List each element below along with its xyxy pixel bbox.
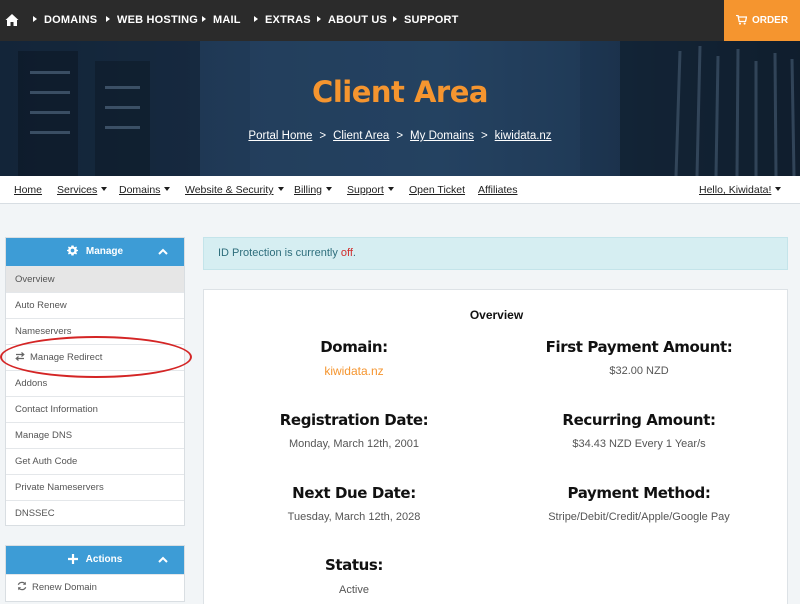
recurring-amount-value: $34.43 NZD Every 1 Year/s [572,438,706,450]
breadcrumb-client-area[interactable]: Client Area [333,130,389,142]
gear-icon [66,245,78,256]
subnav-domains[interactable]: Domains [119,184,171,196]
user-menu[interactable]: Hello, Kiwidata! [699,184,782,196]
subnav-home[interactable]: Home [14,184,42,196]
sidebar-item-manage-dns[interactable]: Manage DNS [6,422,184,448]
cart-icon [735,14,748,25]
topnav-support[interactable]: SUPPORT [393,0,459,41]
sidebar-item-addons[interactable]: Addons [6,370,184,396]
exchange-icon [15,352,25,361]
order-button[interactable]: ORDER [724,0,800,41]
breadcrumb-portal-home[interactable]: Portal Home [248,130,312,142]
sidebar-item-overview[interactable]: Overview [6,266,184,292]
subnav-website-security[interactable]: Website & Security [185,184,284,196]
next-due-date-value: Tuesday, March 12th, 2028 [287,511,421,523]
caret-down-icon [387,187,394,191]
recurring-amount-label: Recurring Amount: [562,411,716,429]
breadcrumb: Portal Home > Client Area > My Domains > kiwid… [248,130,552,142]
caret-right-icon [33,16,37,22]
sidebar-item-manage-redirect[interactable]: Manage Redirect [6,344,184,370]
subnav-affiliates[interactable]: Affiliates [478,184,518,196]
sidebar-item-nameservers[interactable]: Nameservers [6,318,184,344]
domain-label: Domain: [320,338,388,356]
first-payment-label: First Payment Amount: [545,338,733,356]
subnav-billing[interactable]: Billing [294,184,333,196]
sidebar-item-dnssec[interactable]: DNSSEC [6,500,184,526]
topnav-mail[interactable]: MAIL [202,0,241,41]
topnav-extras[interactable]: EXTRAS [254,0,311,41]
subnav-services[interactable]: Services [57,184,108,196]
manage-panel: Manage Overview Auto Renew Nameservers M… [5,237,185,526]
overview-title: Overview [469,308,524,322]
page-title: Client Area [312,75,488,109]
refresh-icon [17,581,27,591]
caret-right-icon [202,16,206,22]
sidebar-item-auto-renew[interactable]: Auto Renew [6,292,184,318]
first-payment-value: $32.00 NZD [609,365,669,377]
status-label: Status: [324,556,384,574]
domain-value-link[interactable]: kiwidata.nz [204,364,504,378]
breadcrumb-my-domains[interactable]: My Domains [410,130,474,142]
caret-down-icon [326,187,333,191]
manage-panel-header[interactable]: Manage [6,238,184,266]
breadcrumb-current-domain[interactable]: kiwidata.nz [495,130,552,142]
subnav-support[interactable]: Support [347,184,394,196]
next-due-date-label: Next Due Date: [292,484,416,502]
caret-right-icon [254,16,258,22]
caret-right-icon [317,16,321,22]
registration-date-label: Registration Date: [279,411,429,429]
secondary-navbar: Home Services Domains Website & Security… [0,176,800,204]
id-protection-alert: ID Protection is currently off. [203,237,788,270]
registration-date-value: Monday, March 12th, 2001 [288,438,420,450]
actions-panel: Actions Renew Domain [5,545,185,602]
status-value: Active [339,584,369,596]
caret-down-icon [775,187,782,191]
subnav-open-ticket[interactable]: Open Ticket [409,184,465,196]
id-protection-status: off [340,247,353,259]
actions-panel-header[interactable]: Actions [6,546,184,574]
topnav-domains[interactable]: DOMAINS [33,0,97,41]
topnav-web-hosting[interactable]: WEB HOSTING [106,0,198,41]
sidebar-item-renew-domain[interactable]: Renew Domain [6,574,184,600]
caret-down-icon [164,187,171,191]
home-icon[interactable] [5,13,19,27]
caret-right-icon [393,16,397,22]
sidebar-item-contact-information[interactable]: Contact Information [6,396,184,422]
caret-down-icon [101,187,108,191]
sidebar-item-private-nameservers[interactable]: Private Nameservers [6,474,184,500]
chevron-up-icon[interactable] [158,248,168,255]
plus-icon [67,554,78,564]
caret-right-icon [106,16,110,22]
hero-banner: Client Area Portal Home > Client Area > My D… [0,41,800,176]
sidebar-item-get-auth-code[interactable]: Get Auth Code [6,448,184,474]
caret-down-icon [277,187,284,191]
chevron-up-icon[interactable] [158,556,168,563]
payment-method-value: Stripe/Debit/Credit/Apple/Google Pay [548,511,730,523]
top-navbar: DOMAINS WEB HOSTING MAIL EXTRAS ABOUT US… [0,0,800,41]
overview-card: Overview Domain: kiwidata.nz First Payme… [203,289,788,604]
payment-method-label: Payment Method: [567,484,711,502]
topnav-about-us[interactable]: ABOUT US [317,0,387,41]
